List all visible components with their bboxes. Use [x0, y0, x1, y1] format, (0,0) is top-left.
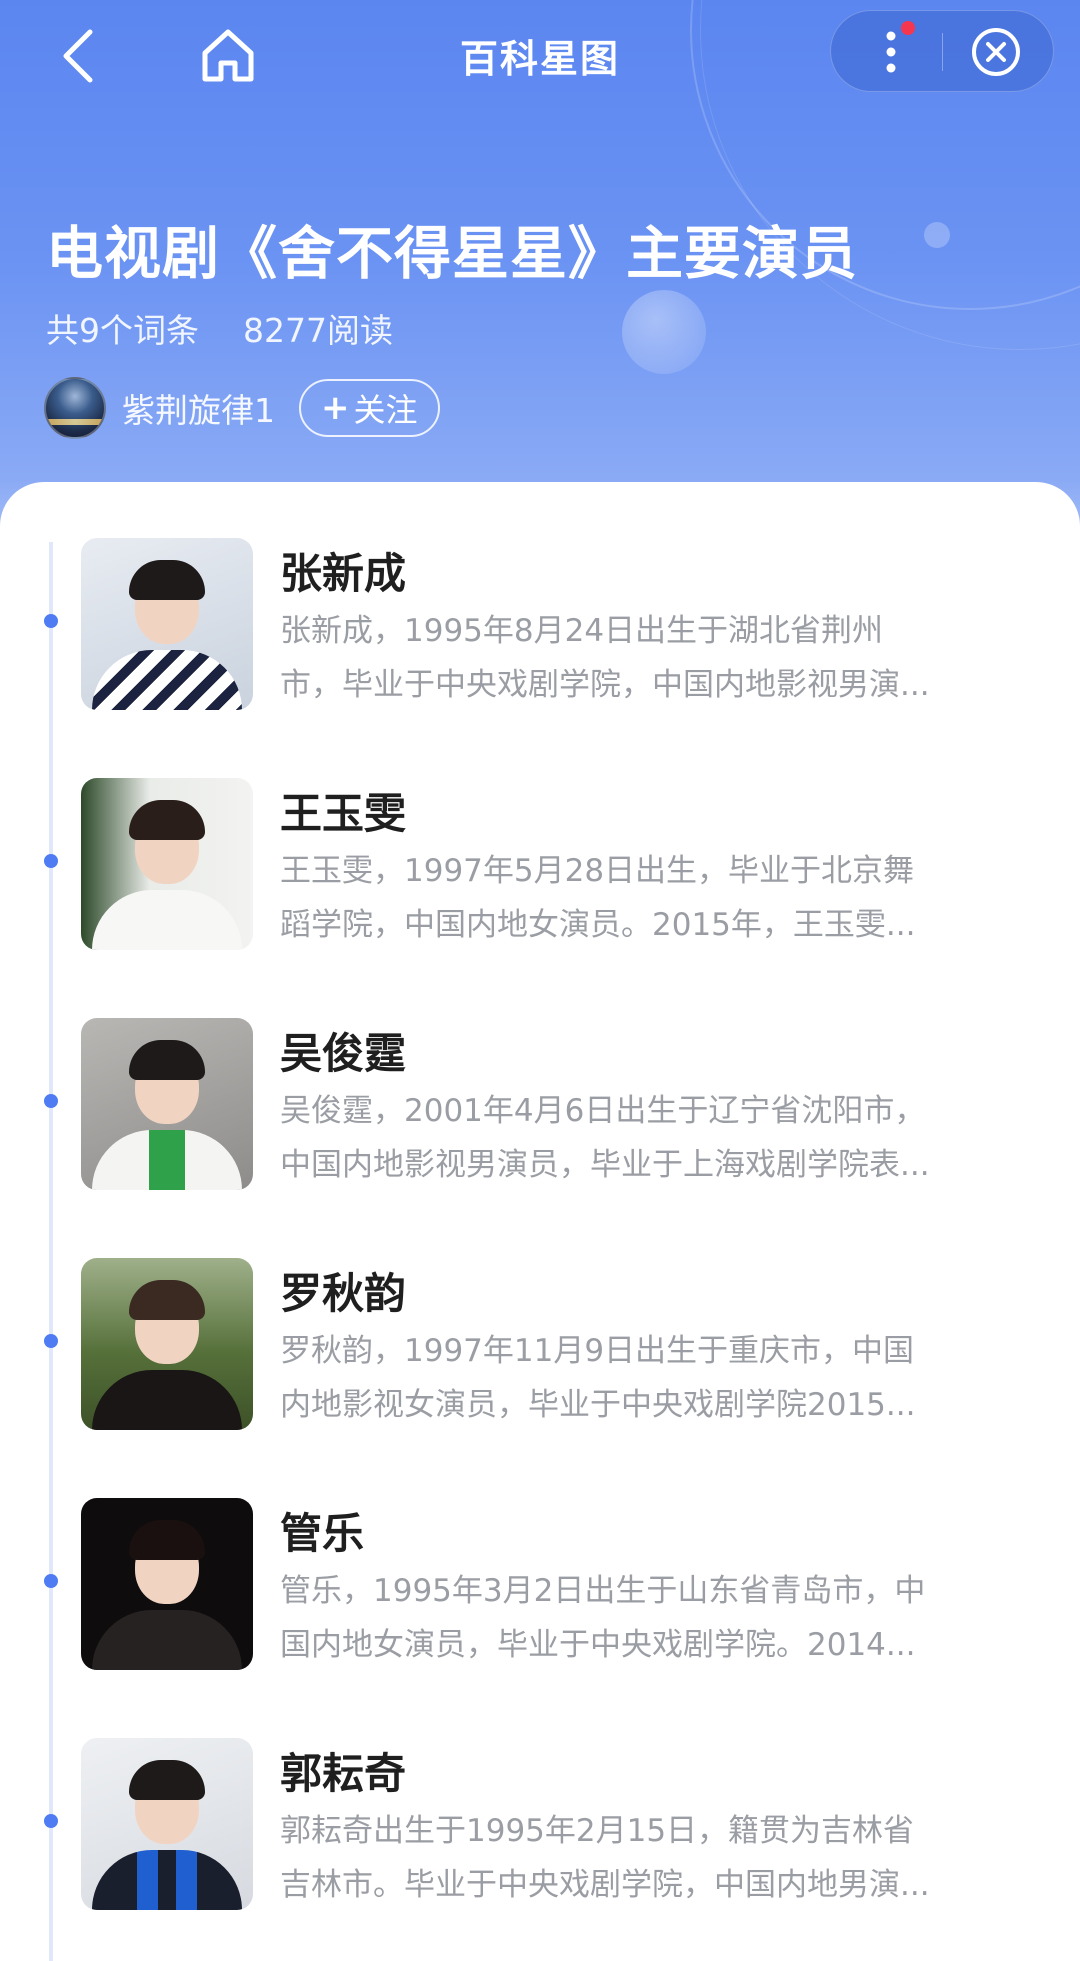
timeline-dot — [44, 1334, 58, 1348]
notification-dot — [901, 21, 915, 35]
actor-name: 王玉雯 — [280, 789, 407, 838]
actor-name: 管乐 — [280, 1509, 365, 1558]
entry-count: 共9个词条 — [46, 311, 199, 350]
timeline-dot — [44, 854, 58, 868]
read-count: 8277阅读 — [243, 311, 393, 350]
more-vertical-icon — [886, 31, 896, 73]
actor-description: 吴俊霆，2001年4月6日出生于辽宁省沈阳市， 中国内地影视男演员，毕业于上海戏… — [280, 1093, 930, 1183]
actor-description: 罗秋韵，1997年11月9日出生于重庆市，中国 内地影视女演员，毕业于中央戏剧学… — [280, 1333, 916, 1423]
list-stats: 共9个词条 8277阅读 — [46, 304, 393, 352]
close-button[interactable] — [967, 23, 1025, 81]
background-bubble — [622, 290, 706, 374]
actor-description: 张新成，1995年8月24日出生于湖北省荆州 市，毕业于中央戏剧学院，中国内地影… — [280, 613, 930, 703]
list-item[interactable]: 张新成 张新成，1995年8月24日出生于湖北省荆州 市，毕业于中央戏剧学院，中… — [0, 482, 1080, 722]
author-avatar[interactable] — [44, 377, 106, 439]
actor-photo — [81, 778, 253, 950]
nav-bar: 百科星图 — [0, 0, 1080, 110]
timeline-dot — [44, 1094, 58, 1108]
timeline-dot — [44, 1574, 58, 1588]
page: 百科星图 电视剧《舍不得星星》主要演员 共9个词条 8277阅读 紫荆旋律1 +… — [0, 0, 1080, 1961]
actor-photo — [81, 1018, 253, 1190]
actor-photo — [81, 538, 253, 710]
timeline-dot — [44, 1814, 58, 1828]
actor-description: 王玉雯，1997年5月28日出生，毕业于北京舞 蹈学院，中国内地女演员。2015… — [280, 853, 916, 943]
list-title: 电视剧《舍不得星星》主要演员 — [46, 221, 858, 287]
author-name[interactable]: 紫荆旋律1 — [122, 384, 275, 432]
author-row: 紫荆旋律1 + 关注 — [44, 377, 440, 439]
follow-button[interactable]: + 关注 — [299, 379, 440, 437]
capsule-divider — [942, 33, 943, 71]
list-item[interactable]: 罗秋韵 罗秋韵，1997年11月9日出生于重庆市，中国 内地影视女演员，毕业于中… — [0, 1202, 1080, 1442]
actor-description: 郭耘奇出生于1995年2月15日，籍贯为吉林省 吉林市。毕业于中央戏剧学院，中国… — [280, 1813, 930, 1903]
list-item[interactable]: 管乐 管乐，1995年3月2日出生于山东省青岛市，中 国内地女演员，毕业于中央戏… — [0, 1442, 1080, 1682]
entry-list-card: 张新成 张新成，1995年8月24日出生于湖北省荆州 市，毕业于中央戏剧学院，中… — [0, 482, 1080, 1961]
actor-name: 吴俊霆 — [280, 1029, 407, 1078]
actor-name: 郭耘奇 — [280, 1749, 407, 1798]
plus-icon: + — [321, 388, 350, 428]
list-item[interactable]: 王玉雯 王玉雯，1997年5月28日出生，毕业于北京舞 蹈学院，中国内地女演员。… — [0, 722, 1080, 962]
background-bubble — [924, 222, 950, 248]
actor-description: 管乐，1995年3月2日出生于山东省青岛市，中 国内地女演员，毕业于中央戏剧学院… — [280, 1573, 926, 1663]
actor-photo — [81, 1498, 253, 1670]
actor-photo — [81, 1738, 253, 1910]
list-item[interactable]: 吴俊霆 吴俊霆，2001年4月6日出生于辽宁省沈阳市， 中国内地影视男演员，毕业… — [0, 962, 1080, 1202]
actor-name: 张新成 — [280, 549, 407, 598]
list-item[interactable]: 郭耘奇 郭耘奇出生于1995年2月15日，籍贯为吉林省 吉林市。毕业于中央戏剧学… — [0, 1682, 1080, 1922]
mini-program-capsule — [830, 10, 1054, 92]
close-circle-icon — [972, 28, 1020, 76]
follow-label: 关注 — [353, 391, 418, 429]
actor-name: 罗秋韵 — [280, 1269, 407, 1318]
timeline-dot — [44, 614, 58, 628]
actor-photo — [81, 1258, 253, 1430]
